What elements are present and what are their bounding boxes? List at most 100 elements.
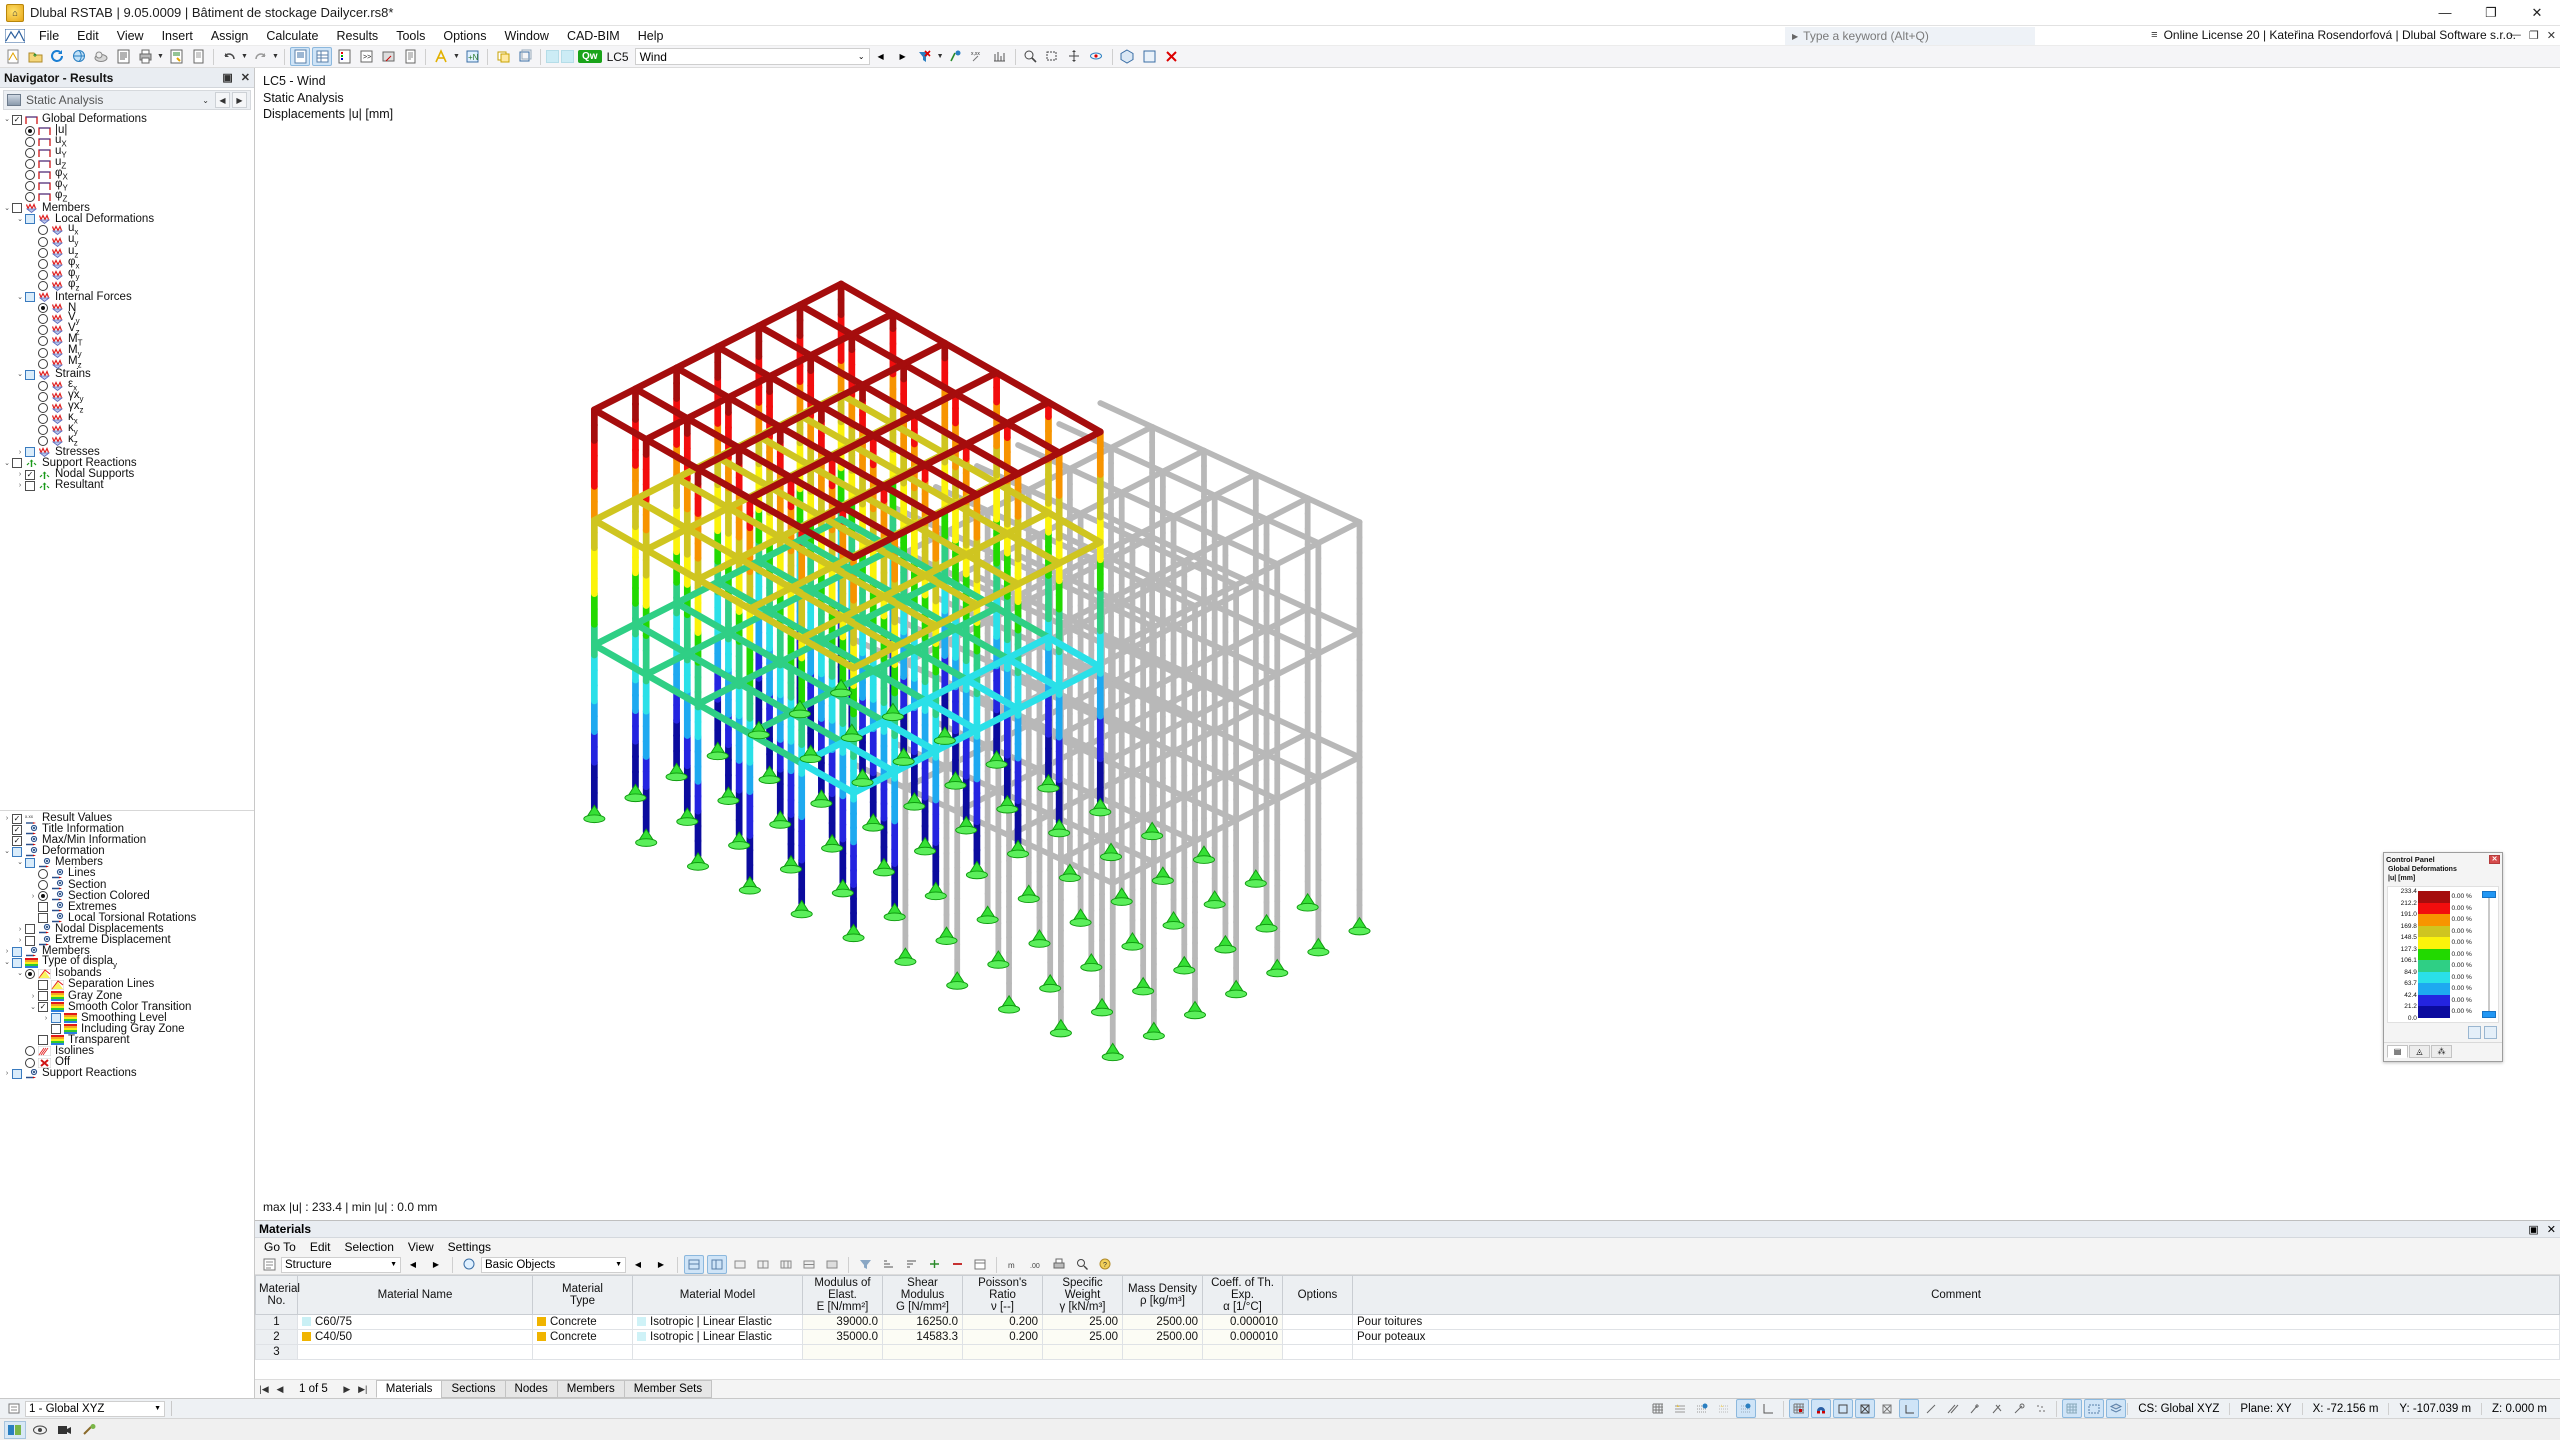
- object-snap-icon[interactable]: [1855, 1399, 1876, 1418]
- tree-radio[interactable]: [38, 880, 48, 891]
- tree-checkbox[interactable]: ✓: [12, 835, 22, 846]
- tree-checkbox[interactable]: [38, 1035, 48, 1046]
- cell-specific-weight[interactable]: 25.00: [1042, 1314, 1123, 1330]
- result-tables-icon[interactable]: [334, 47, 354, 66]
- magnet-snap-icon[interactable]: [1811, 1399, 1832, 1418]
- tab-sections[interactable]: Sections: [441, 1380, 506, 1398]
- table-panel-restore-icon[interactable]: ▣: [2528, 1223, 2538, 1236]
- tree-radio[interactable]: [38, 325, 48, 336]
- tree-checkbox[interactable]: ✓: [12, 813, 22, 824]
- tree-item[interactable]: ⌄ Deformation: [0, 846, 254, 858]
- sort-desc-icon[interactable]: [901, 1255, 921, 1274]
- undo-icon[interactable]: [219, 47, 239, 66]
- tree-checkbox[interactable]: [25, 369, 35, 380]
- keyword-search-input[interactable]: ▶ Type a keyword (Alt+Q): [1785, 27, 2035, 45]
- tree-checkbox[interactable]: [38, 979, 48, 990]
- tree-item[interactable]: Section: [0, 879, 254, 891]
- color-scale-slider[interactable]: [2481, 891, 2497, 1018]
- col-settings-icon[interactable]: [970, 1255, 990, 1274]
- tree-item[interactable]: ⌄ Internal Forces: [0, 291, 254, 303]
- menu-item-file[interactable]: File: [30, 27, 68, 45]
- tree-checkbox[interactable]: [38, 902, 48, 913]
- print-icon[interactable]: [135, 47, 155, 66]
- tree-item[interactable]: uz: [0, 245, 254, 259]
- tree-checkbox[interactable]: [25, 480, 35, 491]
- pager-next-button[interactable]: ▶: [340, 1384, 354, 1395]
- tree-radio[interactable]: [25, 158, 35, 169]
- table-menu-selection[interactable]: Selection: [338, 1239, 401, 1255]
- tree-item[interactable]: Vz: [0, 322, 254, 336]
- tree-radio[interactable]: [38, 414, 48, 425]
- table-column-header[interactable]: Shear Modulus G [N/mm²]: [882, 1275, 963, 1315]
- chevron-right-icon[interactable]: ›: [15, 480, 25, 491]
- cell-poisson-ratio[interactable]: [962, 1344, 1043, 1360]
- document-icon[interactable]: [188, 47, 208, 66]
- chevron-down-icon[interactable]: ⌄: [15, 968, 25, 979]
- menu-item-options[interactable]: Options: [434, 27, 495, 45]
- cell-material-name[interactable]: [297, 1344, 533, 1360]
- tree-radio[interactable]: [25, 181, 35, 192]
- chevron-right-icon[interactable]: ›: [2, 813, 12, 824]
- tree-checkbox[interactable]: [25, 292, 35, 303]
- chevron-right-icon[interactable]: ›: [28, 991, 38, 1002]
- cell-material-model[interactable]: Isotropic | Linear Elastic: [632, 1329, 803, 1345]
- control-panel[interactable]: Control Panel ✕ Global Deformations |u| …: [2383, 852, 2503, 1062]
- snap-toggle-icon[interactable]: [1736, 1399, 1757, 1418]
- tree-radio[interactable]: [38, 280, 48, 291]
- ortho-mode-icon[interactable]: [1833, 1399, 1854, 1418]
- chevron-down-icon[interactable]: ⌄: [2, 458, 12, 469]
- tree-radio[interactable]: [38, 425, 48, 436]
- filter-results-icon[interactable]: [915, 47, 935, 66]
- tree-checkbox[interactable]: [12, 846, 22, 857]
- control-panel-tab-colorscale[interactable]: ▤: [2387, 1044, 2408, 1058]
- grid-visible-icon[interactable]: [1789, 1399, 1810, 1418]
- tree-item[interactable]: φX: [0, 167, 254, 181]
- tree-radio[interactable]: [25, 136, 35, 147]
- cross-snap-icon[interactable]: [1877, 1399, 1897, 1418]
- tree-checkbox[interactable]: [25, 447, 35, 458]
- tree-item[interactable]: uZ: [0, 156, 254, 170]
- chevron-down-icon[interactable]: ⌄: [15, 292, 25, 303]
- pager-prev-button[interactable]: ◀: [273, 1384, 287, 1395]
- cell-poisson-ratio[interactable]: 0.200: [962, 1329, 1043, 1345]
- chevron-down-icon[interactable]: ⌄: [15, 214, 25, 225]
- tab-member-sets[interactable]: Member Sets: [623, 1380, 713, 1398]
- tree-item[interactable]: φz: [0, 278, 254, 292]
- table-panel-icon[interactable]: [312, 47, 332, 66]
- filter-table-icon[interactable]: [855, 1255, 875, 1274]
- snap-point-icon[interactable]: [1714, 1399, 1734, 1418]
- tree-item[interactable]: Separation Lines: [0, 979, 254, 990]
- chevron-right-icon[interactable]: ›: [15, 469, 25, 480]
- tree-item[interactable]: Vy: [0, 311, 254, 325]
- bottom-tab-tools-icon[interactable]: [79, 1421, 101, 1439]
- report-icon[interactable]: [400, 47, 420, 66]
- chevron-down-icon[interactable]: ⌄: [15, 857, 25, 868]
- view-iso-icon[interactable]: [1118, 47, 1138, 66]
- tree-radio[interactable]: [38, 358, 48, 369]
- tree-checkbox[interactable]: [12, 1068, 22, 1079]
- tree-item[interactable]: φZ: [0, 189, 254, 203]
- table-menu-goto[interactable]: Go To: [257, 1239, 303, 1255]
- tree-item[interactable]: uy: [0, 234, 254, 248]
- tree-item[interactable]: ⌄ Strains: [0, 368, 254, 380]
- tree-checkbox[interactable]: ✓: [25, 469, 35, 480]
- cell-options[interactable]: [1282, 1314, 1353, 1330]
- cell-coeff-thermal[interactable]: 0.000010: [1202, 1314, 1283, 1330]
- chevron-right-icon[interactable]: ›: [2, 1068, 12, 1079]
- cell-specific-weight[interactable]: [1042, 1344, 1123, 1360]
- tree-item[interactable]: Transparent: [0, 1034, 254, 1046]
- table-layout-5-icon[interactable]: [822, 1255, 842, 1274]
- table-row[interactable]: 1 C60/75 Concrete Isotropic | Linear Elasti…: [255, 1314, 2560, 1330]
- pager-first-button[interactable]: |◀: [257, 1384, 271, 1395]
- tree-item[interactable]: ⌄ Type of display: [0, 955, 254, 969]
- tree-radio[interactable]: [38, 303, 48, 314]
- model-cloud-icon[interactable]: [91, 47, 111, 66]
- table-column-header[interactable]: Comment: [1352, 1275, 2560, 1315]
- chevron-right-icon[interactable]: ›: [28, 891, 38, 902]
- workplane-grid-icon[interactable]: [2062, 1399, 2083, 1418]
- tree-item[interactable]: › ✓ Nodal Supports: [0, 468, 254, 480]
- table-menu-view[interactable]: View: [401, 1239, 441, 1255]
- tree-item[interactable]: ⌄ Local Deformations: [0, 213, 254, 225]
- console-icon[interactable]: >>: [356, 47, 376, 66]
- zoom-in-icon[interactable]: [1021, 47, 1041, 66]
